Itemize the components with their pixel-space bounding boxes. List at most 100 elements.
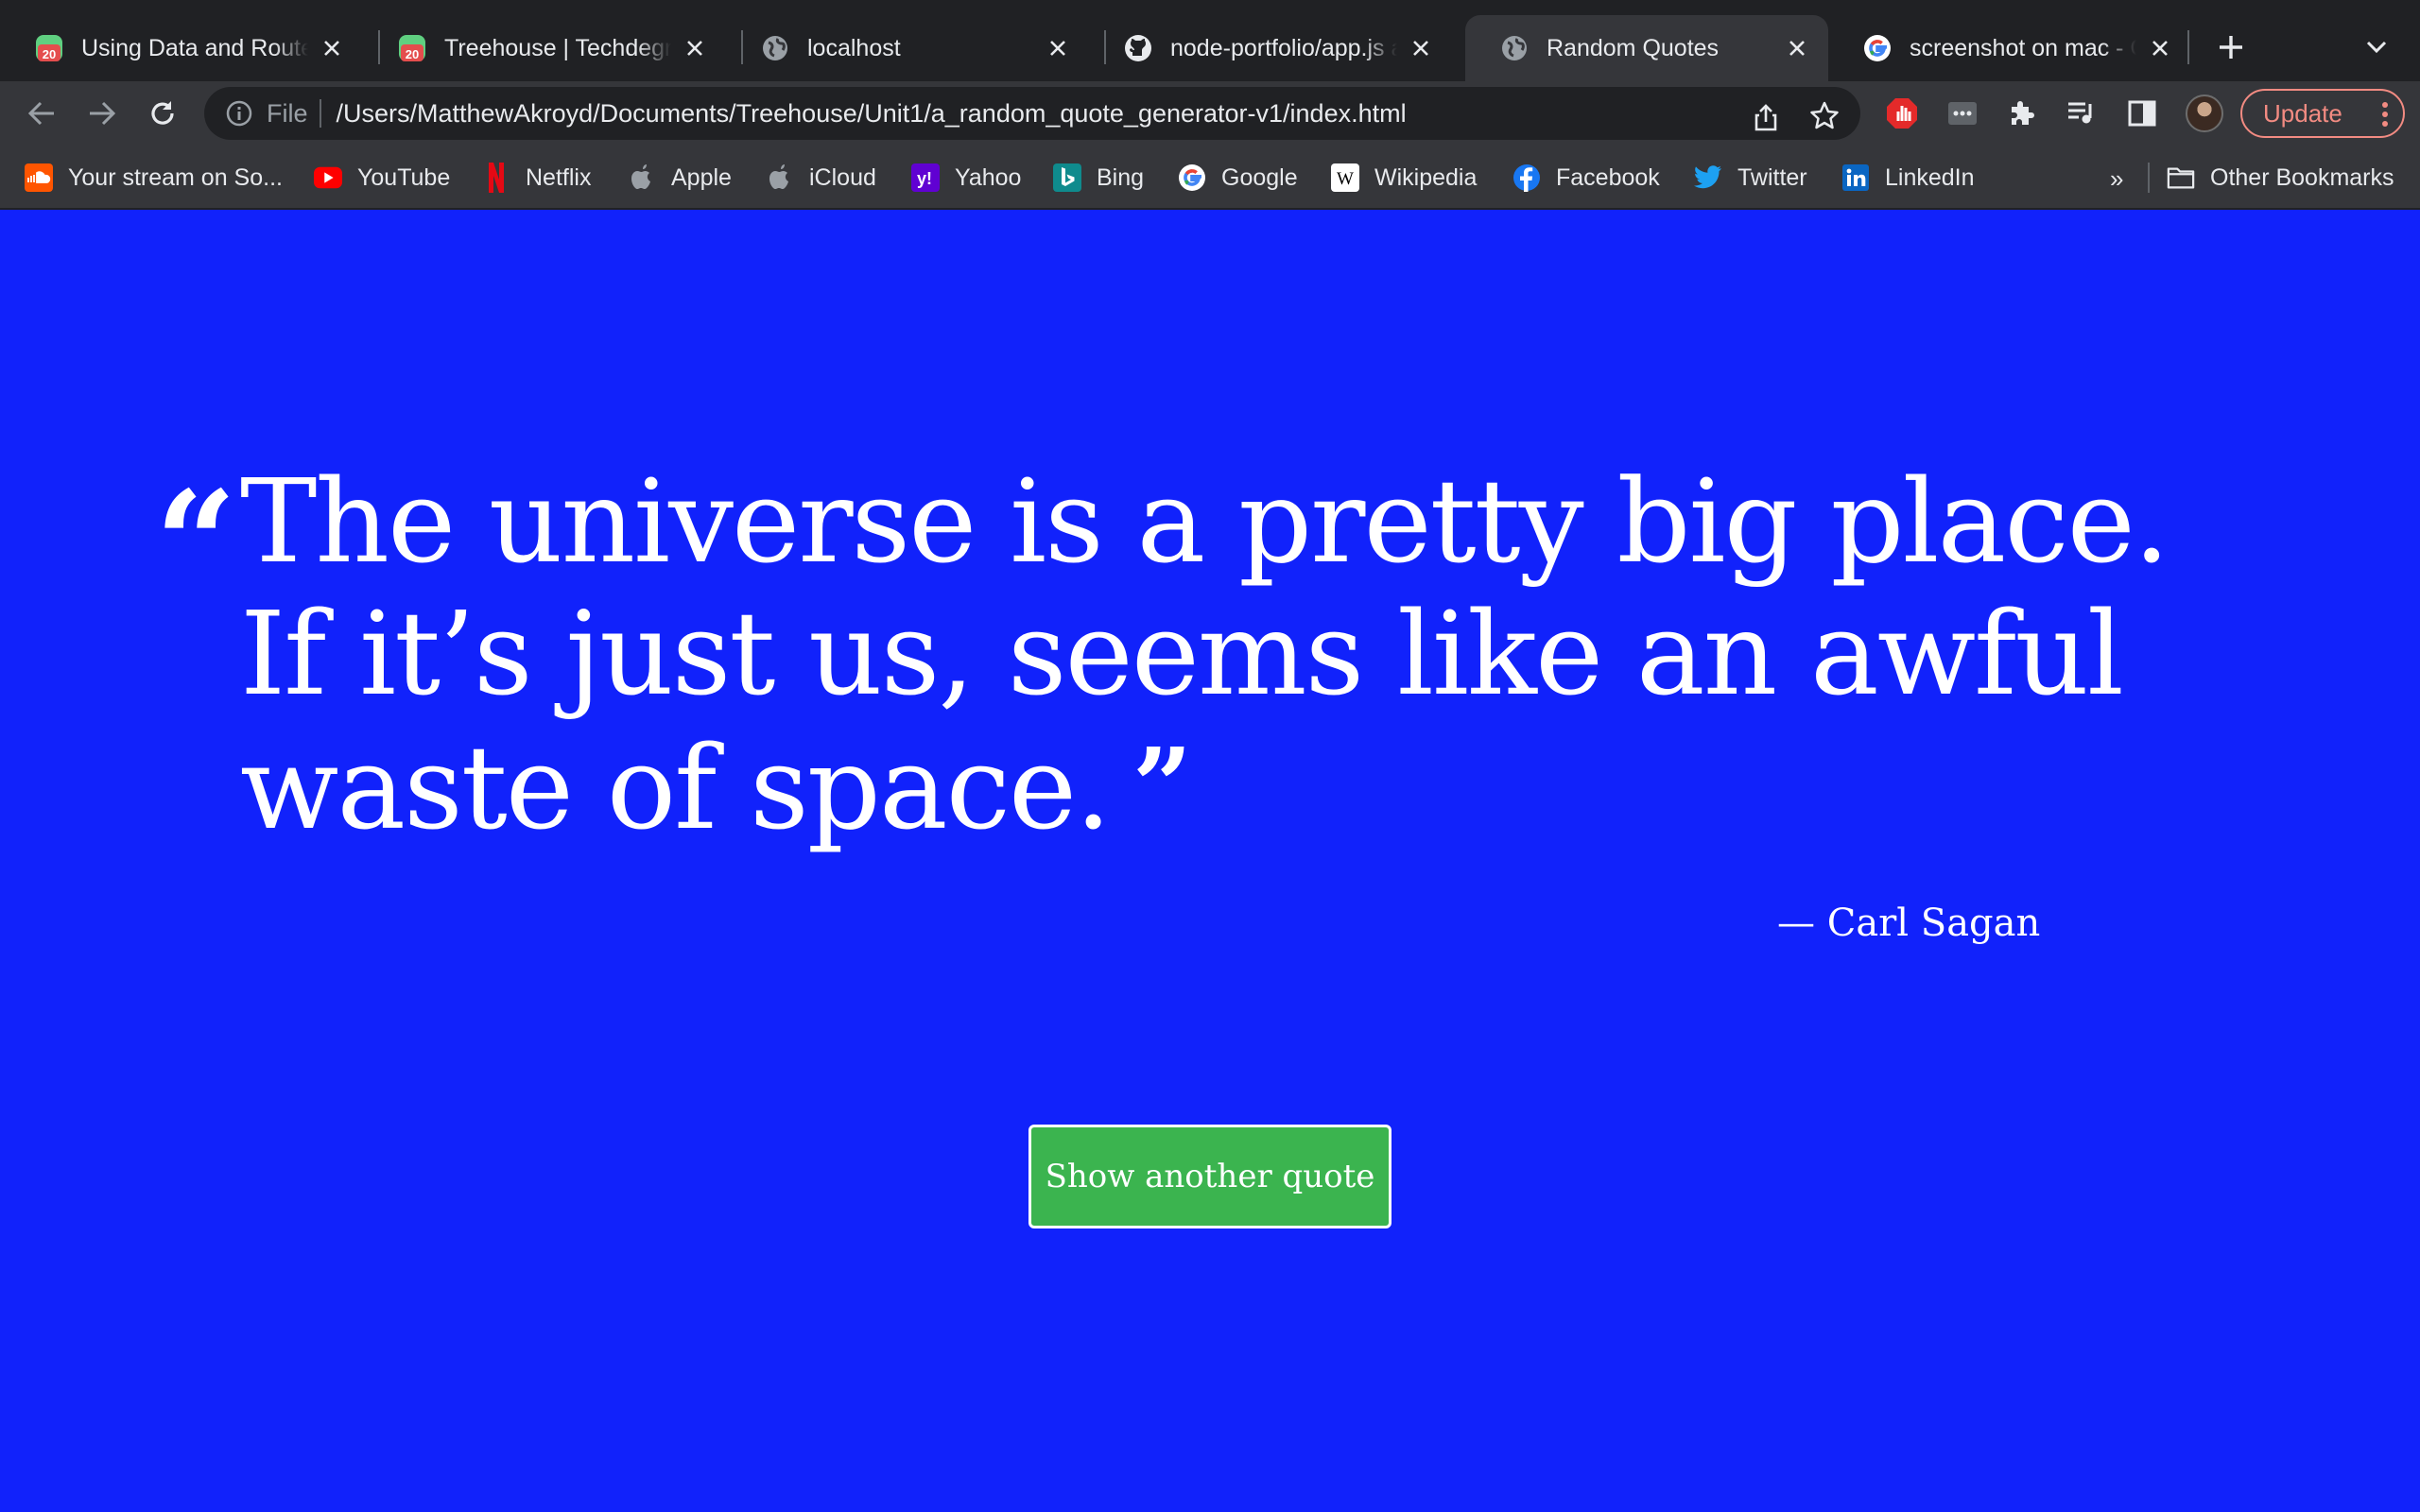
- folder-icon: [2167, 163, 2195, 192]
- bookmark-facebook[interactable]: Facebook: [1512, 159, 1660, 197]
- bookmark-label: Apple: [671, 163, 732, 191]
- treehouse-icon: 20: [397, 33, 427, 63]
- new-tab-icon[interactable]: [2212, 28, 2250, 66]
- bookmark-linkedin[interactable]: LinkedIn: [1841, 159, 1975, 197]
- bookmarks-divider: [2148, 163, 2150, 193]
- bookmark-label: Your stream on So...: [68, 163, 283, 191]
- show-another-quote-button[interactable]: Show another quote: [1028, 1125, 1392, 1228]
- bookmark-netflix[interactable]: Netflix: [482, 159, 591, 197]
- treehouse-icon: 20: [34, 33, 64, 63]
- info-icon[interactable]: [225, 99, 253, 128]
- apple-icon: [628, 163, 656, 192]
- tab-using-data[interactable]: 20 Using Data and Route: [0, 15, 363, 81]
- soundcloud-icon: [25, 163, 53, 192]
- bookmark-label: Google: [1221, 163, 1298, 191]
- bookmark-yahoo[interactable]: y! Yahoo: [911, 159, 1021, 197]
- bookmarks-bar: Your stream on So... YouTube Netflix App…: [0, 146, 2420, 210]
- forward-arrow-icon[interactable]: [83, 94, 121, 132]
- close-quote-mark: ”: [1132, 725, 1192, 847]
- update-label: Update: [2263, 98, 2342, 128]
- bookmark-twitter[interactable]: Twitter: [1694, 159, 1807, 197]
- netflix-icon: [482, 163, 510, 193]
- bookmark-label: iCloud: [809, 163, 876, 191]
- reload-icon[interactable]: [144, 94, 182, 132]
- close-icon[interactable]: [1407, 34, 1435, 62]
- side-panel-icon[interactable]: [2123, 94, 2161, 132]
- globe-icon: [1499, 33, 1530, 63]
- svg-text:W: W: [1337, 169, 1354, 189]
- tab-title: Using Data and Route: [81, 34, 308, 61]
- quote-body: The universe is a pretty big place. If i…: [240, 455, 2170, 855]
- url-scheme: File: [267, 98, 308, 128]
- page-content: “ The universe is a pretty big place. If…: [0, 210, 2420, 1512]
- yahoo-icon: y!: [911, 163, 940, 192]
- bookmark-bing[interactable]: Bing: [1053, 159, 1144, 197]
- chevron-down-icon[interactable]: [2358, 30, 2395, 64]
- profile-avatar[interactable]: [2186, 94, 2223, 132]
- wikipedia-icon: W: [1331, 163, 1359, 192]
- bookmarks-overflow-icon[interactable]: »: [2110, 164, 2123, 194]
- bookmark-google[interactable]: Google: [1178, 159, 1298, 197]
- tab-github[interactable]: node-portfolio/app.js at: [1089, 15, 1452, 81]
- bookmark-label: Yahoo: [955, 163, 1022, 191]
- svg-text:20: 20: [43, 47, 56, 61]
- bing-icon: [1053, 163, 1081, 192]
- bookmark-label: Bing: [1097, 163, 1145, 191]
- github-icon: [1123, 33, 1153, 63]
- linkedin-icon: [1841, 163, 1870, 192]
- other-bookmarks[interactable]: Other Bookmarks: [2167, 159, 2394, 197]
- youtube-icon: [314, 163, 342, 192]
- tab-title: Random Quotes: [1547, 34, 1720, 61]
- bookmark-label: Twitter: [1737, 163, 1807, 191]
- bookmark-icloud[interactable]: iCloud: [766, 159, 876, 197]
- bookmark-label: YouTube: [357, 163, 451, 191]
- omnibox-divider: [319, 99, 321, 128]
- tab-title: Treehouse | Techdegree: [444, 34, 671, 61]
- media-controls-icon[interactable]: [2063, 94, 2100, 132]
- star-icon[interactable]: [1807, 98, 1841, 132]
- bookmark-soundcloud[interactable]: Your stream on So...: [25, 159, 283, 197]
- update-button[interactable]: Update: [2240, 89, 2405, 138]
- tab-title: screenshot on mac - G: [1910, 34, 2136, 61]
- google-icon: [1862, 33, 1893, 63]
- tab-divider: [2187, 30, 2189, 64]
- tab-title: localhost: [807, 34, 901, 61]
- browser-toolbar: File /Users/MatthewAkroyd/Documents/Tree…: [0, 81, 2420, 146]
- quote-text: The universe is a pretty big place. If i…: [240, 455, 2235, 854]
- bookmark-label: Netflix: [526, 163, 592, 191]
- close-icon[interactable]: [1044, 34, 1072, 62]
- close-icon[interactable]: [1783, 34, 1811, 62]
- bookmark-youtube[interactable]: YouTube: [314, 159, 450, 197]
- close-icon[interactable]: [2146, 34, 2174, 62]
- tab-google-search[interactable]: screenshot on mac - G: [1828, 15, 2191, 81]
- more-vert-icon[interactable]: [2378, 100, 2392, 129]
- puzzle-icon[interactable]: [2002, 94, 2040, 132]
- tab-random-quotes[interactable]: Random Quotes: [1465, 15, 1828, 81]
- address-bar[interactable]: File /Users/MatthewAkroyd/Documents/Tree…: [204, 87, 1860, 140]
- bookmark-label: LinkedIn: [1885, 163, 1975, 191]
- tab-title: node-portfolio/app.js at: [1170, 34, 1397, 61]
- apple-icon: [766, 163, 794, 192]
- extension-menu-icon[interactable]: [1944, 94, 1981, 132]
- other-bookmarks-label: Other Bookmarks: [2210, 163, 2394, 191]
- bookmark-wikipedia[interactable]: W Wikipedia: [1331, 159, 1477, 197]
- bookmark-label: Facebook: [1556, 163, 1660, 191]
- svg-text:y!: y!: [917, 169, 932, 188]
- back-arrow-icon[interactable]: [23, 94, 60, 132]
- tab-treehouse[interactable]: 20 Treehouse | Techdegree: [363, 15, 726, 81]
- tab-localhost[interactable]: localhost: [726, 15, 1089, 81]
- svg-text:20: 20: [406, 47, 419, 61]
- close-icon[interactable]: [318, 34, 346, 62]
- google-icon: [1178, 163, 1206, 192]
- bookmark-label: Wikipedia: [1374, 163, 1478, 191]
- url-text[interactable]: /Users/MatthewAkroyd/Documents/Treehouse…: [337, 99, 1407, 129]
- share-icon[interactable]: [1749, 100, 1783, 134]
- open-quote-mark: “: [155, 460, 237, 627]
- close-icon[interactable]: [681, 34, 709, 62]
- quote-author: — Carl Sagan: [1777, 902, 2041, 945]
- adblock-icon[interactable]: [1883, 94, 1921, 132]
- bookmark-apple[interactable]: Apple: [628, 159, 732, 197]
- facebook-icon: [1512, 163, 1541, 192]
- globe-icon: [760, 33, 790, 63]
- tab-strip: 20 Using Data and Route 20 Treehouse | T…: [0, 0, 2420, 81]
